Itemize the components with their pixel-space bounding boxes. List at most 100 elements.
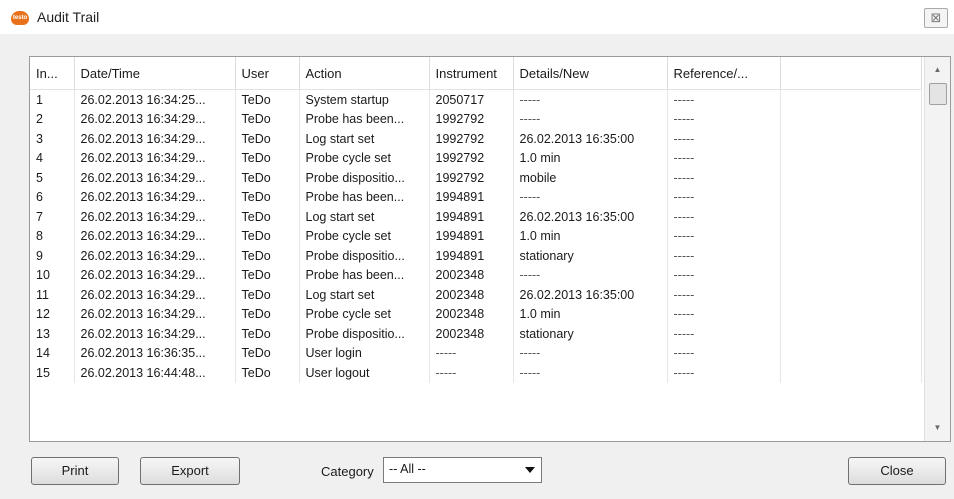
title-bar: testo Audit Trail ⊠ bbox=[0, 0, 954, 34]
cell-instrument: ----- bbox=[429, 343, 514, 363]
cell-datetime: 26.02.2013 16:34:29... bbox=[74, 226, 236, 246]
vertical-scrollbar[interactable]: ▲ ▼ bbox=[924, 57, 950, 441]
cell-user: TeDo bbox=[235, 343, 300, 363]
cell-filler bbox=[780, 207, 922, 227]
cell-user: TeDo bbox=[235, 148, 300, 168]
cell-filler bbox=[780, 168, 922, 188]
table-row[interactable]: 12 26.02.2013 16:34:29... TeDo Probe cycle … bbox=[30, 304, 922, 324]
cell-user: TeDo bbox=[235, 363, 300, 383]
table-row[interactable]: 3 26.02.2013 16:34:29... TeDo Log start set… bbox=[30, 129, 922, 149]
cell-details-new: mobile bbox=[513, 168, 668, 188]
cell-user: TeDo bbox=[235, 109, 300, 129]
table-row[interactable]: 10 26.02.2013 16:34:29... TeDo Probe has be… bbox=[30, 265, 922, 285]
cell-reference: ----- bbox=[667, 324, 781, 344]
column-header-details-new[interactable]: Details/New bbox=[513, 57, 668, 90]
cell-instrument: 2002348 bbox=[429, 265, 514, 285]
table-body: 1 26.02.2013 16:34:25... TeDo System startu… bbox=[30, 89, 922, 383]
cell-index: 14 bbox=[30, 343, 75, 363]
audit-trail-window: testo Audit Trail ⊠ In... Date/Time User bbox=[0, 0, 954, 499]
cell-details-new: 1.0 min bbox=[513, 304, 668, 324]
cell-details-new: ----- bbox=[513, 187, 668, 207]
cell-index: 5 bbox=[30, 168, 75, 188]
cell-datetime: 26.02.2013 16:34:29... bbox=[74, 265, 236, 285]
cell-action: Probe cycle set bbox=[299, 226, 430, 246]
table-row[interactable]: 5 26.02.2013 16:34:29... TeDo Probe disposi… bbox=[30, 168, 922, 188]
cell-action: Probe has been... bbox=[299, 109, 430, 129]
cell-filler bbox=[780, 324, 922, 344]
cell-datetime: 26.02.2013 16:34:29... bbox=[74, 187, 236, 207]
cell-user: TeDo bbox=[235, 187, 300, 207]
cell-instrument: 2002348 bbox=[429, 324, 514, 344]
table-row[interactable]: 8 26.02.2013 16:34:29... TeDo Probe cycle s… bbox=[30, 226, 922, 246]
table-row[interactable]: 7 26.02.2013 16:34:29... TeDo Log start set… bbox=[30, 207, 922, 227]
cell-user: TeDo bbox=[235, 129, 300, 149]
cell-action: Log start set bbox=[299, 129, 430, 149]
testo-app-icon: testo bbox=[11, 11, 29, 25]
print-button[interactable]: Print bbox=[31, 457, 119, 485]
cell-reference: ----- bbox=[667, 304, 781, 324]
category-dropdown[interactable]: -- All -- bbox=[383, 457, 542, 483]
cell-instrument: 1992792 bbox=[429, 168, 514, 188]
table-row[interactable]: 15 26.02.2013 16:44:48... TeDo User logout -… bbox=[30, 363, 922, 383]
column-header-reference[interactable]: Reference/... bbox=[667, 57, 781, 90]
close-button[interactable]: Close bbox=[848, 457, 946, 485]
cell-user: TeDo bbox=[235, 226, 300, 246]
cell-reference: ----- bbox=[667, 89, 781, 110]
cell-datetime: 26.02.2013 16:34:29... bbox=[74, 285, 236, 305]
cell-details-new: 26.02.2013 16:35:00 bbox=[513, 207, 668, 227]
audit-list[interactable]: In... Date/Time User Action Instrument D… bbox=[29, 56, 951, 442]
cell-action: User login bbox=[299, 343, 430, 363]
cell-datetime: 26.02.2013 16:34:29... bbox=[74, 246, 236, 266]
cell-index: 7 bbox=[30, 207, 75, 227]
column-header-instrument[interactable]: Instrument bbox=[429, 57, 514, 90]
table-row[interactable]: 6 26.02.2013 16:34:29... TeDo Probe has bee… bbox=[30, 187, 922, 207]
cell-details-new: ----- bbox=[513, 89, 668, 110]
table-row[interactable]: 1 26.02.2013 16:34:25... TeDo System startu… bbox=[30, 89, 922, 110]
table-row[interactable]: 4 26.02.2013 16:34:29... TeDo Probe cycle s… bbox=[30, 148, 922, 168]
cell-reference: ----- bbox=[667, 187, 781, 207]
cell-datetime: 26.02.2013 16:44:48... bbox=[74, 363, 236, 383]
table-row[interactable]: 13 26.02.2013 16:34:29... TeDo Probe dispos… bbox=[30, 324, 922, 344]
cell-details-new: 1.0 min bbox=[513, 148, 668, 168]
cell-filler bbox=[780, 129, 922, 149]
cell-reference: ----- bbox=[667, 246, 781, 266]
scroll-up-arrow-icon[interactable]: ▲ bbox=[925, 61, 950, 79]
cell-user: TeDo bbox=[235, 324, 300, 344]
cell-index: 15 bbox=[30, 363, 75, 383]
column-header-action[interactable]: Action bbox=[299, 57, 430, 90]
table-row[interactable]: 11 26.02.2013 16:34:29... TeDo Log start se… bbox=[30, 285, 922, 305]
cell-datetime: 26.02.2013 16:34:29... bbox=[74, 148, 236, 168]
cell-details-new: ----- bbox=[513, 265, 668, 285]
cell-reference: ----- bbox=[667, 363, 781, 383]
cell-user: TeDo bbox=[235, 265, 300, 285]
cell-datetime: 26.02.2013 16:34:29... bbox=[74, 304, 236, 324]
chevron-down-icon bbox=[525, 467, 535, 473]
cell-instrument: 2002348 bbox=[429, 304, 514, 324]
cell-instrument: 1992792 bbox=[429, 129, 514, 149]
table-row[interactable]: 9 26.02.2013 16:34:29... TeDo Probe disposi… bbox=[30, 246, 922, 266]
cell-index: 3 bbox=[30, 129, 75, 149]
header-row: In... Date/Time User Action Instrument D… bbox=[30, 57, 922, 90]
cell-datetime: 26.02.2013 16:34:25... bbox=[74, 89, 236, 110]
cell-filler bbox=[780, 187, 922, 207]
window-close-button[interactable]: ⊠ bbox=[924, 8, 948, 28]
scroll-thumb[interactable] bbox=[929, 83, 947, 105]
export-button[interactable]: Export bbox=[140, 457, 240, 485]
cell-action: Probe dispositio... bbox=[299, 168, 430, 188]
cell-action: Probe dispositio... bbox=[299, 324, 430, 344]
cell-details-new: 26.02.2013 16:35:00 bbox=[513, 129, 668, 149]
cell-action: User logout bbox=[299, 363, 430, 383]
column-header-user[interactable]: User bbox=[235, 57, 300, 90]
cell-action: System startup bbox=[299, 89, 430, 110]
cell-filler bbox=[780, 285, 922, 305]
scroll-down-arrow-icon[interactable]: ▼ bbox=[925, 419, 950, 437]
cell-index: 2 bbox=[30, 109, 75, 129]
cell-details-new: stationary bbox=[513, 246, 668, 266]
table-row[interactable]: 14 26.02.2013 16:36:35... TeDo User login --… bbox=[30, 343, 922, 363]
column-header-datetime[interactable]: Date/Time bbox=[74, 57, 236, 90]
cell-instrument: 1994891 bbox=[429, 246, 514, 266]
cell-instrument: ----- bbox=[429, 363, 514, 383]
cell-reference: ----- bbox=[667, 207, 781, 227]
table-row[interactable]: 2 26.02.2013 16:34:29... TeDo Probe has bee… bbox=[30, 109, 922, 129]
column-header-index[interactable]: In... bbox=[30, 57, 75, 90]
